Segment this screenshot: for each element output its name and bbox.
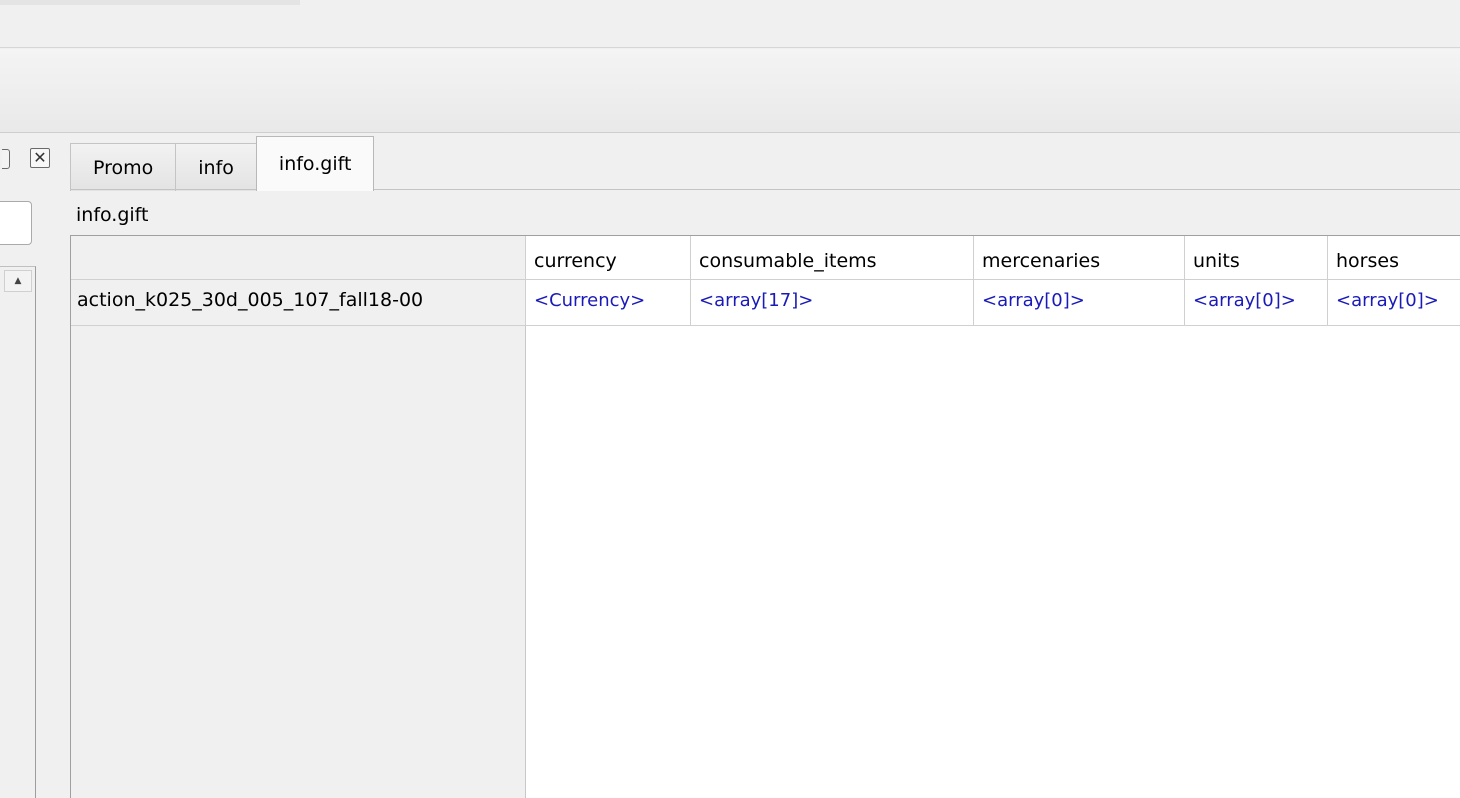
tab-bar: Promo info info.gift [70, 136, 375, 191]
table-cell-consumable-items[interactable]: <array[17]> [691, 280, 974, 325]
title-bar [0, 0, 1460, 48]
close-icon[interactable]: ✕ [30, 148, 50, 168]
table-row: action_k025_30d_005_107_fall18-00 <Curre… [71, 280, 1460, 326]
dock-search-input[interactable] [0, 201, 32, 245]
dock-tree-panel [0, 266, 36, 798]
table-header-row: currency consumable_items mercenaries un… [71, 236, 1460, 280]
tab-promo[interactable]: Promo [70, 143, 177, 191]
tab-info[interactable]: info [175, 143, 257, 191]
column-header-mercenaries[interactable]: mercenaries [974, 236, 1185, 280]
table-cell-units[interactable]: <array[0]> [1185, 280, 1328, 325]
scroll-up-icon[interactable]: ▲ [4, 270, 32, 292]
toolbar [0, 49, 1460, 133]
table-cell-mercenaries[interactable]: <array[0]> [974, 280, 1185, 325]
data-table: currency consumable_items mercenaries un… [70, 235, 1460, 798]
table-cell-horses[interactable]: <array[0]> [1328, 280, 1460, 325]
column-header-horses[interactable]: horses [1328, 236, 1460, 280]
tab-info-gift[interactable]: info.gift [255, 136, 375, 191]
table-corner [71, 236, 526, 279]
row-header[interactable]: action_k025_30d_005_107_fall18-00 [71, 280, 526, 325]
column-header-consumable-items[interactable]: consumable_items [691, 236, 974, 280]
table-cell-currency[interactable]: <Currency> [526, 280, 691, 325]
column-header-currency[interactable]: currency [526, 236, 691, 280]
column-header-units[interactable]: units [1185, 236, 1328, 280]
pane-title: info.gift [76, 204, 149, 226]
float-icon[interactable] [2, 147, 26, 171]
